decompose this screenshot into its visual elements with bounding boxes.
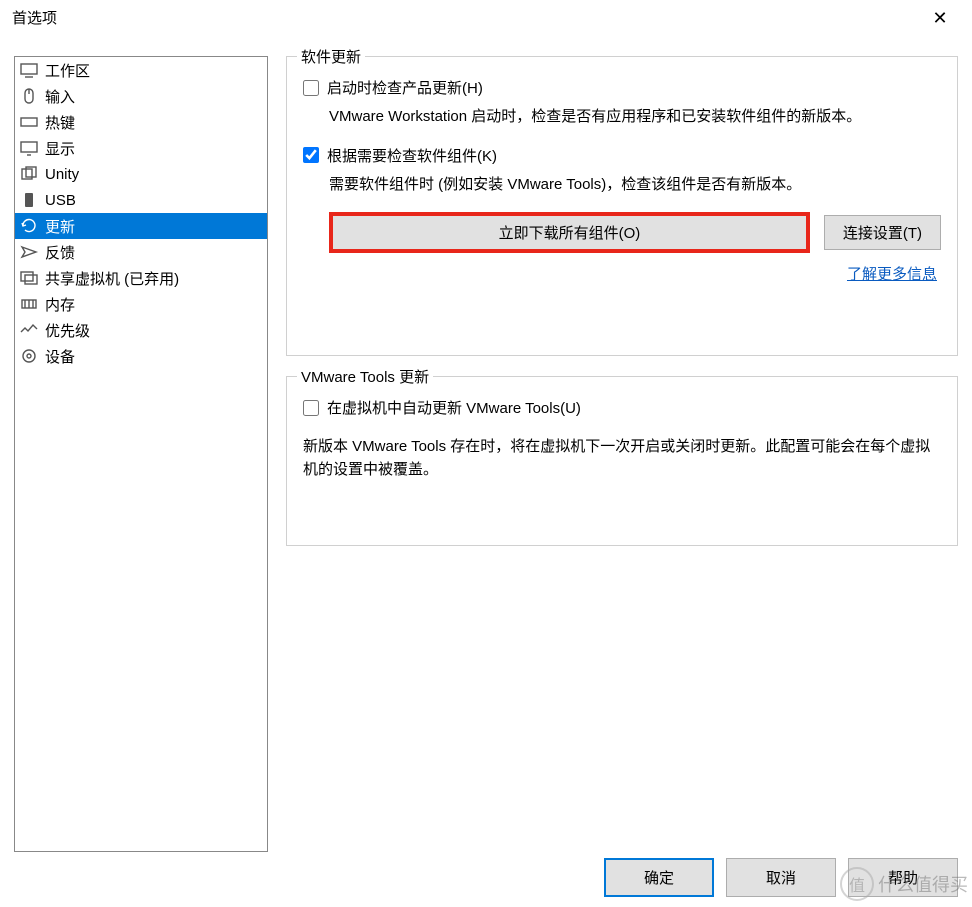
sidebar-item-memory[interactable]: 内存	[15, 291, 267, 317]
connection-settings-button[interactable]: 连接设置(T)	[824, 215, 941, 250]
usb-icon	[19, 190, 39, 210]
sidebar-item-label: 热键	[45, 112, 75, 133]
sidebar-item-shared-vm[interactable]: 共享虚拟机 (已弃用)	[15, 265, 267, 291]
mouse-icon	[19, 86, 39, 106]
sidebar-item-display[interactable]: 显示	[15, 135, 267, 161]
content-area: 工作区 输入 热键 显示 Unity USB 更新 反馈	[0, 36, 972, 846]
sidebar-item-input[interactable]: 输入	[15, 83, 267, 109]
sidebar-item-devices[interactable]: 设备	[15, 343, 267, 369]
devices-icon	[19, 346, 39, 366]
auto-update-checkbox[interactable]	[303, 400, 319, 416]
check-components-label[interactable]: 根据需要检查软件组件(K)	[327, 145, 497, 166]
sidebar-item-label: 工作区	[45, 60, 90, 81]
ok-button[interactable]: 确定	[604, 858, 714, 897]
display-icon	[19, 138, 39, 158]
sidebar-item-hotkeys[interactable]: 热键	[15, 109, 267, 135]
memory-icon	[19, 294, 39, 314]
cancel-button[interactable]: 取消	[726, 858, 836, 897]
priority-icon	[19, 320, 39, 340]
sidebar-item-label: 输入	[45, 86, 75, 107]
sidebar-item-feedback[interactable]: 反馈	[15, 239, 267, 265]
tools-update-desc: 新版本 VMware Tools 存在时，将在虚拟机下一次开启或关闭时更新。此配…	[303, 436, 941, 481]
sidebar-item-workspace[interactable]: 工作区	[15, 57, 267, 83]
sidebar-item-label: 反馈	[45, 242, 75, 263]
download-button-row: 立即下载所有组件(O) 连接设置(T)	[329, 212, 941, 253]
sidebar-item-label: 内存	[45, 294, 75, 315]
check-startup-row: 启动时检查产品更新(H)	[303, 77, 941, 98]
sidebar: 工作区 输入 热键 显示 Unity USB 更新 反馈	[14, 56, 268, 852]
sidebar-item-priority[interactable]: 优先级	[15, 317, 267, 343]
shared-vm-icon	[19, 268, 39, 288]
sidebar-item-usb[interactable]: USB	[15, 187, 267, 213]
sidebar-item-label: 优先级	[45, 320, 90, 341]
help-button[interactable]: 帮助	[848, 858, 958, 897]
download-all-button[interactable]: 立即下载所有组件(O)	[329, 212, 810, 253]
learn-more-row: 了解更多信息	[303, 263, 937, 284]
sidebar-item-label: 更新	[45, 216, 75, 237]
keyboard-icon	[19, 112, 39, 132]
sidebar-item-label: 设备	[45, 346, 75, 367]
auto-update-row: 在虚拟机中自动更新 VMware Tools(U)	[303, 397, 941, 418]
sidebar-item-label: Unity	[45, 166, 79, 183]
main-panel: 软件更新 启动时检查产品更新(H) VMware Workstation 启动时…	[286, 56, 958, 846]
update-icon	[19, 216, 39, 236]
sidebar-item-label: 共享虚拟机 (已弃用)	[45, 268, 179, 289]
dialog-buttons: 确定 取消 帮助	[604, 858, 958, 897]
check-startup-label[interactable]: 启动时检查产品更新(H)	[327, 77, 483, 98]
check-startup-checkbox[interactable]	[303, 80, 319, 96]
check-startup-desc: VMware Workstation 启动时，检查是否有应用程序和已安装软件组件…	[329, 106, 941, 129]
window-title: 首选项	[12, 7, 57, 28]
feedback-icon	[19, 242, 39, 262]
titlebar: 首选项 ✕	[0, 0, 972, 36]
software-updates-group: 软件更新 启动时检查产品更新(H) VMware Workstation 启动时…	[286, 56, 958, 356]
sidebar-item-unity[interactable]: Unity	[15, 161, 267, 187]
close-icon[interactable]: ✕	[920, 0, 960, 36]
sidebar-item-label: 显示	[45, 138, 75, 159]
auto-update-label[interactable]: 在虚拟机中自动更新 VMware Tools(U)	[327, 397, 581, 418]
sidebar-item-label: USB	[45, 192, 76, 209]
tools-updates-group: VMware Tools 更新 在虚拟机中自动更新 VMware Tools(U…	[286, 376, 958, 546]
unity-icon	[19, 164, 39, 184]
group-legend: 软件更新	[297, 46, 365, 67]
learn-more-link[interactable]: 了解更多信息	[847, 266, 937, 283]
sidebar-item-update[interactable]: 更新	[15, 213, 267, 239]
check-components-checkbox[interactable]	[303, 147, 319, 163]
check-components-row: 根据需要检查软件组件(K)	[303, 145, 941, 166]
group-legend: VMware Tools 更新	[297, 366, 433, 387]
workspace-icon	[19, 60, 39, 80]
check-components-desc: 需要软件组件时 (例如安装 VMware Tools)，检查该组件是否有新版本。	[329, 174, 941, 197]
